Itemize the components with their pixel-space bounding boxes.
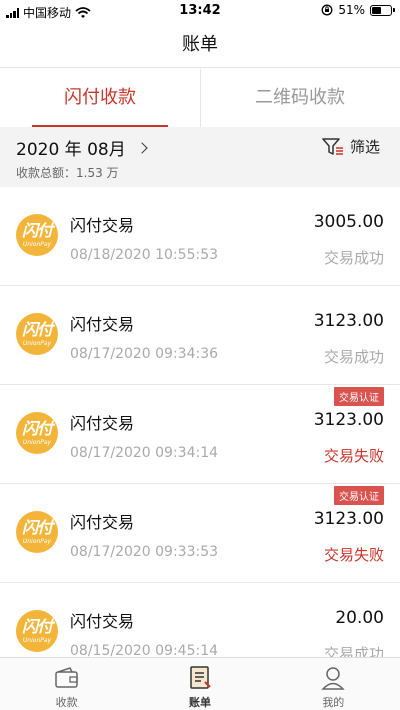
tab-divider (200, 69, 201, 127)
transaction-row[interactable]: 闪付 UnionPay 闪付交易 08/18/2020 10:55:53 3005… (0, 187, 400, 286)
bottom-tab-bar: 收款 账单 我的 (0, 657, 400, 710)
transaction-row[interactable]: 交易认证 闪付 UnionPay 闪付交易 08/17/2020 09:34:14… (0, 385, 400, 484)
bill-icon (185, 664, 215, 692)
battery-icon (370, 4, 395, 16)
transaction-status: 交易成功 (323, 645, 384, 657)
summary-bar: 2020 年 08月 收款总额：1.53 万 筛选 (0, 127, 400, 187)
page-title: 账单 (0, 22, 400, 68)
verification-badge: 交易认证 (334, 486, 384, 505)
transaction-time: 08/17/2020 09:34:14 (70, 445, 219, 461)
tab-quickpass[interactable]: 闪付收款 (0, 69, 200, 127)
status-bar: 中国移动 13:42 51% (0, 0, 400, 22)
user-icon (318, 664, 348, 692)
orientation-lock-icon (321, 4, 333, 16)
transaction-title: 闪付交易 (70, 315, 135, 334)
unionpay-logo-icon: 闪付 UnionPay (16, 412, 58, 454)
transaction-amount: 3123.00 (313, 311, 384, 331)
month-label: 2020 年 08月 (16, 140, 126, 160)
transaction-title: 闪付交易 (70, 216, 135, 235)
transaction-status: 交易成功 (323, 348, 384, 366)
tabbar-label-mine: 我的 (322, 696, 345, 709)
transaction-amount: 20.00 (335, 608, 384, 628)
unionpay-logo-icon: 闪付 UnionPay (16, 511, 58, 553)
transaction-title: 闪付交易 (70, 513, 135, 532)
transaction-title: 闪付交易 (70, 414, 135, 433)
wallet-icon (52, 664, 82, 692)
tabbar-label-receive: 收款 (55, 696, 78, 709)
transaction-row[interactable]: 闪付 UnionPay 闪付交易 08/15/2020 09:45:14 20.0… (0, 583, 400, 657)
transaction-amount: 3005.00 (313, 212, 384, 232)
verification-badge: 交易认证 (334, 387, 384, 406)
transaction-title: 闪付交易 (70, 612, 135, 631)
tabbar-item-receive[interactable]: 收款 (0, 658, 133, 710)
unionpay-logo-icon: 闪付 UnionPay (16, 313, 58, 355)
transaction-list: 闪付 UnionPay 闪付交易 08/18/2020 10:55:53 3005… (0, 187, 400, 657)
unionpay-logo-icon: 闪付 UnionPay (16, 610, 58, 652)
battery-percent: 51% (338, 3, 365, 17)
total-amount: 收款总额：1.53 万 (16, 166, 119, 180)
transaction-row[interactable]: 交易认证 闪付 UnionPay 闪付交易 08/17/2020 09:33:53… (0, 484, 400, 583)
filter-button[interactable]: 筛选 (322, 136, 380, 157)
month-selector[interactable]: 2020 年 08月 (16, 135, 148, 160)
tabbar-item-bills[interactable]: 账单 (133, 658, 266, 710)
transaction-status: 交易失败 (323, 546, 384, 564)
transaction-row[interactable]: 闪付 UnionPay 闪付交易 08/17/2020 09:34:36 3123… (0, 286, 400, 385)
tabbar-label-bills: 账单 (188, 696, 211, 709)
status-right: 51% (321, 3, 395, 17)
unionpay-logo-icon: 闪付 UnionPay (16, 214, 58, 256)
transaction-time: 08/17/2020 09:34:36 (70, 346, 219, 362)
filter-icon (322, 137, 343, 155)
transaction-amount: 3123.00 (313, 509, 384, 529)
tab-qrcode[interactable]: 二维码收款 (200, 69, 400, 127)
transaction-status: 交易失败 (323, 447, 384, 465)
filter-label: 筛选 (349, 138, 380, 156)
transaction-time: 08/15/2020 09:45:14 (70, 643, 219, 657)
transaction-time: 08/17/2020 09:33:53 (70, 544, 219, 560)
tabbar-item-mine[interactable]: 我的 (267, 658, 400, 710)
transaction-status: 交易成功 (323, 249, 384, 267)
transaction-amount: 3123.00 (313, 410, 384, 430)
chevron-right-icon (136, 141, 148, 154)
battery-fill (372, 6, 381, 14)
transaction-time: 08/18/2020 10:55:53 (70, 247, 219, 263)
